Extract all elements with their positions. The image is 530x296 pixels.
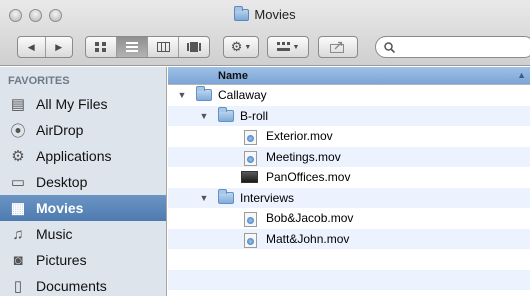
file-row[interactable]: Matt&John.mov — [168, 228, 530, 249]
file-row[interactable]: Bob&Jacob.mov — [168, 208, 530, 229]
list-view-button[interactable] — [117, 37, 148, 57]
quicktime-movie-icon — [244, 232, 260, 248]
back-button[interactable]: ◀ — [18, 37, 46, 57]
folder-icon — [196, 86, 212, 103]
file-row[interactable]: Meetings.mov — [168, 146, 530, 167]
window-title-label: Movies — [254, 7, 296, 22]
icon-view-icon — [95, 42, 106, 52]
forward-icon: ▶ — [55, 41, 63, 52]
sort-ascending-icon: ▲ — [517, 70, 526, 80]
file-row[interactable]: PanOffices.mov — [168, 167, 530, 188]
desktop-icon: ▭ — [10, 174, 26, 191]
row-label: Exterior.mov — [266, 129, 333, 144]
disclosure-triangle-icon[interactable]: ▼ — [176, 90, 188, 100]
folder-icon — [234, 5, 250, 21]
sidebar-item-applications[interactable]: ⚙ Applications — [0, 143, 166, 169]
quicktime-movie-icon — [244, 212, 260, 227]
coverflow-view-icon — [187, 42, 201, 52]
airdrop-icon: ⦿ — [10, 122, 26, 140]
sidebar-item-label: Pictures — [36, 252, 87, 268]
quicktime-movie-icon — [244, 130, 260, 145]
chevron-down-icon: ▼ — [292, 43, 300, 51]
sidebar-item-airdrop[interactable]: ⦿ AirDrop — [0, 117, 166, 143]
list-view-icon — [126, 42, 138, 52]
folder-icon — [218, 106, 234, 124]
chevron-down-icon: ▼ — [244, 43, 252, 51]
window-title: Movies — [0, 5, 530, 22]
sidebar-item-label: Desktop — [36, 174, 88, 190]
row-label: PanOffices.mov — [266, 170, 351, 185]
all-files-icon: ▤ — [10, 96, 26, 113]
share-button[interactable] — [318, 36, 358, 58]
arrange-icon — [276, 42, 290, 51]
name-column-header[interactable]: Name ▲ — [168, 67, 530, 85]
row-label: Bob&Jacob.mov — [266, 211, 354, 226]
row-label: B-roll — [240, 108, 269, 123]
movies-icon: ▦ — [10, 200, 26, 217]
file-list: Name ▲ ▼ Callaway ▼ B-roll Exterior.mov Meeti… — [168, 67, 530, 296]
sidebar-item-label: Documents — [36, 278, 107, 294]
forward-button[interactable]: ▶ — [46, 37, 73, 57]
disclosure-triangle-icon[interactable]: ▼ — [198, 193, 210, 203]
row-label: Meetings.mov — [266, 149, 341, 164]
sidebar-item-label: AirDrop — [36, 122, 84, 138]
icon-view-button[interactable] — [86, 37, 117, 57]
disclosure-triangle-icon[interactable]: ▼ — [198, 111, 210, 121]
sidebar-item-movies[interactable]: ▦ Movies — [0, 195, 166, 221]
row-label: Interviews — [240, 190, 295, 205]
back-forward-control: ◀ ▶ — [17, 36, 73, 58]
music-icon: ♫ — [12, 225, 24, 243]
file-rows: ▼ Callaway ▼ B-roll Exterior.mov Meetings.mov… — [168, 85, 530, 290]
sidebar-item-label: Applications — [36, 148, 112, 164]
empty-row — [168, 269, 530, 290]
view-mode-control — [85, 36, 210, 58]
toolbar: Movies ◀ ▶ ⚙ ▼ ▼ — [0, 0, 530, 66]
gear-icon: ⚙ — [230, 39, 243, 54]
folder-row[interactable]: ▼ Interviews — [168, 187, 530, 208]
share-icon — [330, 41, 344, 53]
sidebar-item-music[interactable]: ♫ Music — [0, 221, 166, 247]
folder-icon — [218, 188, 234, 206]
sidebar-item-pictures[interactable]: ◙ Pictures — [0, 247, 166, 273]
row-label: Matt&John.mov — [266, 231, 350, 246]
sidebar-item-label: Movies — [36, 200, 84, 216]
sidebar: FAVORITES ▤ All My Files ⦿ AirDrop ⚙ Applicat… — [0, 67, 167, 296]
arrange-button[interactable]: ▼ — [267, 36, 309, 58]
row-label: Callaway — [218, 88, 267, 103]
folder-row[interactable]: ▼ B-roll — [168, 105, 530, 126]
back-icon: ◀ — [27, 41, 35, 52]
sidebar-heading-favorites: FAVORITES — [8, 75, 70, 87]
search-icon — [384, 41, 395, 53]
documents-icon: ▯ — [13, 278, 23, 295]
sidebar-item-desktop[interactable]: ▭ Desktop — [0, 169, 166, 195]
quicktime-movie-icon — [244, 150, 260, 166]
column-view-button[interactable] — [148, 37, 179, 57]
coverflow-view-button[interactable] — [179, 37, 209, 57]
sidebar-item-all-my-files[interactable]: ▤ All My Files — [0, 91, 166, 117]
empty-row — [168, 249, 530, 270]
folder-row[interactable]: ▼ Callaway — [168, 85, 530, 106]
search-input[interactable] — [399, 40, 519, 54]
action-button[interactable]: ⚙ ▼ — [223, 36, 259, 58]
sidebar-item-label: All My Files — [36, 96, 108, 112]
movie-thumbnail-icon — [241, 171, 258, 185]
sidebar-item-label: Music — [36, 226, 73, 242]
search-field[interactable] — [375, 36, 530, 58]
sidebar-item-documents[interactable]: ▯ Documents — [0, 273, 166, 296]
sidebar-items: ▤ All My Files ⦿ AirDrop ⚙ Applications ▭ Deskt… — [0, 91, 166, 296]
file-row[interactable]: Exterior.mov — [168, 126, 530, 147]
pictures-icon: ◙ — [13, 251, 23, 269]
column-view-icon — [156, 42, 170, 52]
name-column-label: Name — [218, 69, 248, 82]
applications-icon: ⚙ — [11, 148, 25, 165]
